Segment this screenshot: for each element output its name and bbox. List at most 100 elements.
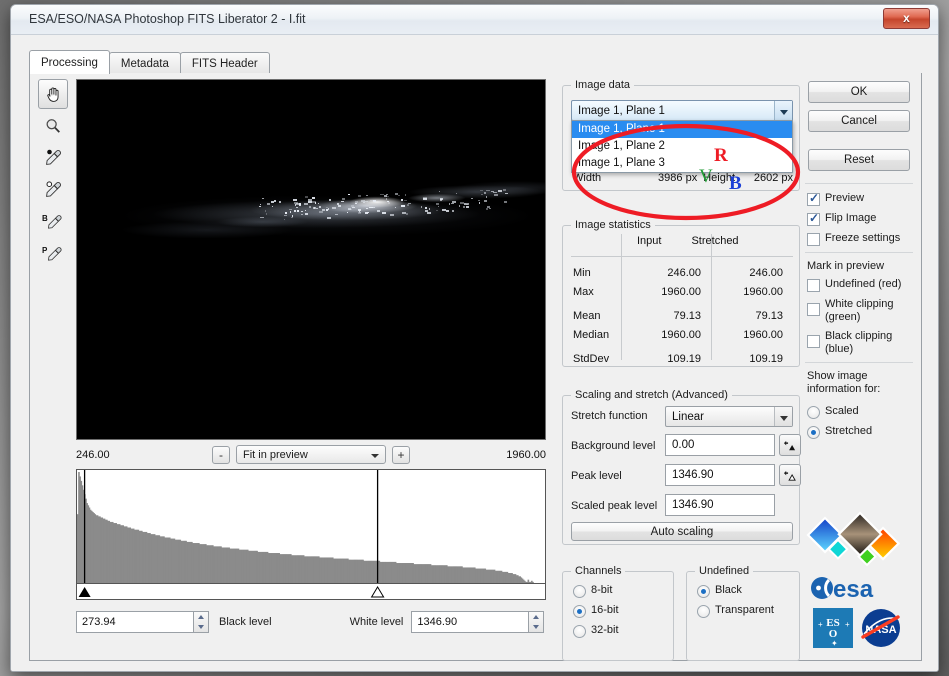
histogram-plot[interactable] xyxy=(76,469,546,584)
radio-label-scaled: Scaled xyxy=(825,405,859,417)
svg-text:✦: ✦ xyxy=(831,639,838,648)
tab-metadata[interactable]: Metadata xyxy=(108,52,181,74)
black-level-stepper[interactable] xyxy=(194,611,209,633)
radio-label-transparent: Transparent xyxy=(715,604,774,616)
white-level-stepper[interactable] xyxy=(529,611,545,633)
annotation-letter-r: R xyxy=(714,145,728,166)
window-titlebar: ESA/ESO/NASA Photoshop FITS Liberator 2 … xyxy=(11,5,938,35)
stat-input-mean: 79.13 xyxy=(673,310,701,322)
preview-scale-select[interactable]: Fit in preview xyxy=(236,445,386,464)
tab-fits-header[interactable]: FITS Header xyxy=(179,52,270,74)
white-level-label: White level xyxy=(349,616,404,628)
annotation-letter-v: V xyxy=(699,166,713,187)
preview-nebula-image xyxy=(77,80,545,439)
stretch-function-combo[interactable]: Linear xyxy=(665,406,793,427)
checkbox-freeze-settings[interactable]: Freeze settings xyxy=(807,232,919,246)
radio-label-32-bit: 32-bit xyxy=(591,624,619,636)
radio-scaled[interactable]: Scaled xyxy=(807,405,919,419)
stretch-function-value: Linear xyxy=(672,411,704,423)
checkbox-white-clipping-green[interactable]: White clipping (green) xyxy=(807,298,919,324)
tab-processing[interactable]: Processing xyxy=(29,50,110,74)
stat-stretched-max: 1960.00 xyxy=(743,286,783,298)
svg-text:B: B xyxy=(42,214,48,223)
chevron-down-icon[interactable] xyxy=(774,407,792,426)
checkbox-preview[interactable]: Preview xyxy=(807,191,919,206)
peak-picker-tool[interactable]: P xyxy=(38,239,68,269)
preview-zoom-controls: - Fit in preview + xyxy=(76,445,546,469)
background-picker-tool[interactable]: B xyxy=(38,207,68,237)
background-level-input[interactable] xyxy=(665,434,775,456)
dropdown-option-plane-3[interactable]: Image 1, Plane 3 xyxy=(572,155,792,172)
svg-text:+: + xyxy=(845,620,850,629)
ok-button[interactable]: OK xyxy=(808,81,910,103)
radio-32-bit[interactable]: 32-bit xyxy=(573,624,619,638)
fits-liberator-logo xyxy=(799,510,919,572)
radio-16-bit[interactable]: 16-bit xyxy=(573,604,619,618)
radio-8-bit[interactable]: 8-bit xyxy=(573,584,619,598)
check-icon xyxy=(807,233,820,246)
radio-dot-icon xyxy=(697,585,710,598)
width-value: 3986 px xyxy=(658,172,698,184)
image-preview[interactable] xyxy=(76,79,546,440)
peak-level-input[interactable] xyxy=(665,464,775,486)
image-data-group: Image data Image 1, Plane 1 Image 1, Pla… xyxy=(562,79,800,191)
chevron-down-icon[interactable] xyxy=(774,101,792,120)
black-level-input[interactable] xyxy=(76,611,194,633)
checkbox-undefined-red[interactable]: Undefined (red) xyxy=(807,278,919,292)
histogram-slider-track[interactable] xyxy=(76,584,546,600)
table-row: StdDev 109.19 109.19 xyxy=(563,350,799,369)
radio-black[interactable]: Black xyxy=(697,584,774,598)
checkbox-black-clipping-blue[interactable]: Black clipping (blue) xyxy=(807,330,919,356)
radio-label-8-bit: 8-bit xyxy=(591,584,613,596)
checkbox-flip-image[interactable]: Flip Image xyxy=(807,211,919,226)
check-icon xyxy=(807,211,820,226)
stat-input-max: 1960.00 xyxy=(661,286,701,298)
stat-label-max: Max xyxy=(573,286,594,298)
radio-dot-icon xyxy=(697,605,710,618)
hand-tool[interactable] xyxy=(38,79,68,109)
esa-logo: esa xyxy=(799,572,919,606)
white-picker-tool[interactable] xyxy=(38,175,68,205)
scaling-legend: Scaling and stretch (Advanced) xyxy=(571,389,732,401)
reset-button[interactable]: Reset xyxy=(808,149,910,171)
radio-dot-icon xyxy=(573,585,586,598)
mark-in-preview-heading: Mark in preview xyxy=(807,260,885,272)
stat-label-min: Min xyxy=(573,267,591,279)
dropdown-option-plane-2[interactable]: Image 1, Plane 2 xyxy=(572,138,792,155)
radio-label-black: Black xyxy=(715,584,742,596)
background-level-label: Background level xyxy=(571,440,656,452)
width-label: Width xyxy=(573,172,602,184)
white-level-input[interactable] xyxy=(411,611,530,633)
check-icon xyxy=(807,303,820,316)
table-row: Median 1960.00 1960.00 xyxy=(563,326,799,345)
table-row: Mean 79.13 79.13 xyxy=(563,307,799,326)
background-picker-button[interactable] xyxy=(779,434,801,456)
radio-transparent[interactable]: Transparent xyxy=(697,604,774,618)
cancel-button[interactable]: Cancel xyxy=(808,110,910,132)
auto-scaling-button[interactable]: Auto scaling xyxy=(571,522,793,541)
check-icon xyxy=(807,279,820,292)
peak-picker-button[interactable] xyxy=(779,464,801,486)
dropdown-option-plane-1[interactable]: Image 1, Plane 1 xyxy=(572,121,792,138)
channels-legend: Channels xyxy=(571,565,626,577)
zoom-out-button[interactable]: - xyxy=(212,445,230,464)
stat-stretched-stddev: 109.19 xyxy=(749,353,783,365)
zoom-tool[interactable] xyxy=(38,111,68,141)
scaled-peak-level-input[interactable] xyxy=(665,494,775,516)
checkbox-label-black-clipping: Black clipping (blue) xyxy=(825,330,893,355)
table-row: Min 246.00 246.00 xyxy=(563,264,799,283)
image-statistics-group: Image statistics Input Stretched Min 246… xyxy=(562,219,800,369)
fits-liberator-window: ESA/ESO/NASA Photoshop FITS Liberator 2 … xyxy=(10,4,939,672)
statistics-col-input: Input xyxy=(637,235,662,247)
stretch-function-label: Stretch function xyxy=(571,410,648,422)
radio-stretched[interactable]: Stretched xyxy=(807,425,919,439)
statistics-col-stretched: Stretched xyxy=(691,235,739,247)
zoom-in-button[interactable]: + xyxy=(392,445,410,464)
black-picker-tool[interactable] xyxy=(38,143,68,173)
check-icon xyxy=(807,191,820,206)
radio-dot-icon xyxy=(807,406,820,419)
checkbox-label-white-clipping: White clipping (green) xyxy=(825,298,894,323)
close-icon[interactable]: x xyxy=(883,8,930,29)
image-data-combo[interactable]: Image 1, Plane 1 xyxy=(571,100,793,121)
image-data-dropdown-list[interactable]: Image 1, Plane 1 Image 1, Plane 2 Image … xyxy=(571,120,793,173)
